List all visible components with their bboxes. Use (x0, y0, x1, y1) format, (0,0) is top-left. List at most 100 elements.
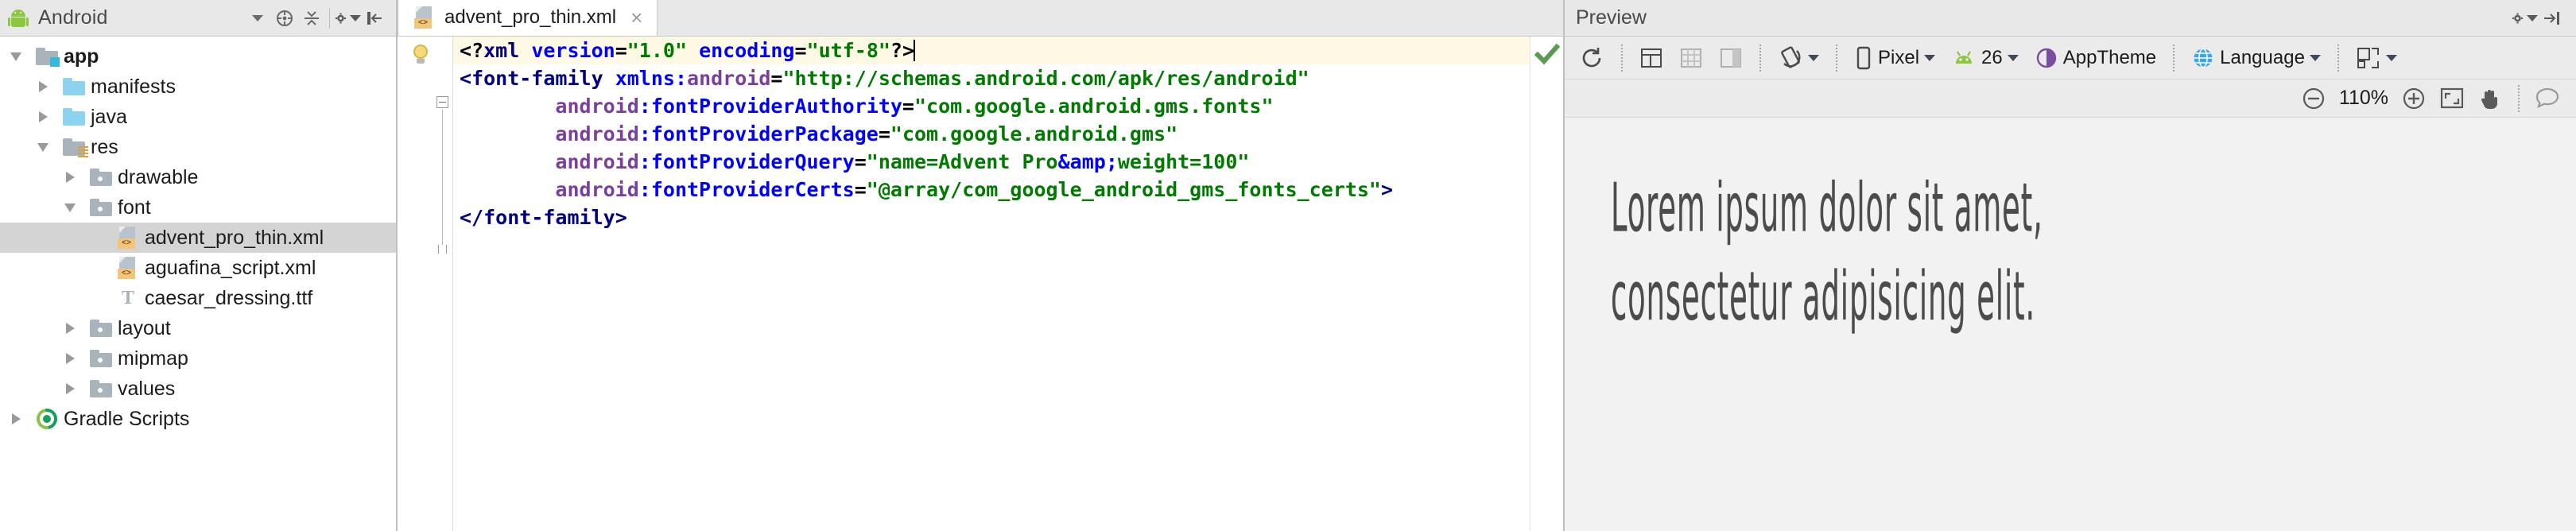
preview-canvas[interactable]: Lorem ipsum dolor sit amet,consectetur a… (1565, 118, 2576, 531)
project-view-selector[interactable]: Android (8, 6, 108, 29)
layout-variants-icon[interactable] (2349, 41, 2403, 75)
tree-toggle-expanded-icon[interactable] (0, 52, 32, 61)
refresh-icon[interactable] (1573, 41, 1611, 75)
zoom-out-icon[interactable] (2296, 81, 2331, 116)
code-token: android (555, 122, 638, 145)
chevron-down-icon[interactable] (1924, 55, 1935, 61)
code-token: "@array/com_google_android_gms_fonts_cer… (867, 178, 1381, 201)
code-line[interactable]: </font-family> (453, 203, 1530, 231)
project-view-label: Android (38, 6, 108, 29)
tree-node-icon: <> (113, 227, 143, 249)
tree-toggle-collapsed-icon[interactable] (27, 81, 59, 92)
code-token: fontProviderPackage (651, 122, 879, 145)
folder-grey-icon (90, 320, 112, 337)
code-line[interactable]: <font-family xmlns:android="http://schem… (453, 64, 1530, 92)
tree-toggle-collapsed-icon[interactable] (0, 413, 32, 424)
tree-toggle-collapsed-icon[interactable] (54, 353, 86, 364)
split-view-icon[interactable] (1713, 41, 1749, 75)
settings-gear-icon[interactable] (2511, 5, 2538, 32)
chevron-down-icon[interactable] (244, 5, 271, 32)
code-line[interactable]: android:fontProviderAuthority="com.googl… (453, 92, 1530, 120)
target-locate-icon[interactable] (271, 5, 298, 32)
fit-to-screen-icon[interactable] (2434, 81, 2469, 116)
code-token: "1.0" (627, 39, 687, 62)
tree-row[interactable]: manifests (0, 72, 396, 102)
tree-node-label: drawable (116, 166, 198, 189)
code-token: = (795, 39, 807, 62)
pan-hand-icon[interactable] (2473, 81, 2508, 116)
theme-selector[interactable]: AppTheme (2028, 41, 2163, 75)
folder-blue-icon (63, 78, 85, 95)
tree-toggle-collapsed-icon[interactable] (54, 323, 86, 334)
tree-row[interactable]: values (0, 374, 396, 404)
code-line[interactable]: <?xml version="1.0" encoding="utf-8"?> (453, 37, 1530, 64)
chevron-down-icon[interactable] (2008, 55, 2019, 61)
code-token: "com.google.android.gms.fonts" (914, 95, 1274, 118)
tree-row[interactable]: app (0, 41, 396, 72)
project-tree[interactable]: appmanifestsjava res drawable font<>advent_… (0, 37, 396, 531)
code-token: < (460, 67, 471, 90)
close-icon[interactable]: × (626, 7, 642, 28)
code-token: android (555, 178, 638, 201)
tree-node-label: res (89, 136, 118, 159)
tree-row[interactable]: res (0, 132, 396, 162)
tree-toggle-expanded-icon[interactable] (27, 143, 59, 152)
preview-panel-header: Preview (1565, 0, 2576, 37)
preview-tool-window: Preview (1565, 0, 2576, 531)
collapse-all-icon[interactable] (298, 5, 325, 32)
orientation-rotate-icon[interactable] (1771, 41, 1825, 75)
tree-row[interactable]: <>aguafina_script.xml (0, 253, 396, 283)
fold-toggle-open[interactable] (434, 94, 450, 110)
tree-toggle-expanded-icon[interactable] (54, 203, 86, 212)
editor-gutter[interactable] (398, 37, 453, 531)
issues-bubble-icon[interactable] (2530, 81, 2565, 116)
font-preview-sample: Lorem ipsum dolor sit amet,consectetur a… (1611, 164, 2547, 341)
tree-row[interactable]: java (0, 102, 396, 132)
device-selector[interactable]: Pixel (1848, 41, 1942, 75)
tree-row[interactable]: mipmap (0, 343, 396, 374)
code-line[interactable]: android:fontProviderCerts="@array/com_go… (453, 176, 1530, 203)
api-level-label: 26 (1981, 47, 2003, 69)
toolbar-divider (1759, 45, 1761, 72)
ttf-font-file-icon: T (118, 288, 138, 308)
tree-node-icon (32, 408, 62, 430)
code-folding-markers[interactable] (398, 37, 453, 531)
chevron-down-icon[interactable] (2310, 55, 2321, 61)
tree-row[interactable]: layout (0, 313, 396, 343)
code-token: > (615, 206, 627, 229)
design-surface-icon[interactable] (1633, 41, 1670, 75)
tree-row[interactable]: Gradle Scripts (0, 404, 396, 434)
inspection-stripe[interactable] (1530, 37, 1563, 531)
code-token: xmlns: (615, 67, 687, 90)
hide-panel-icon[interactable] (2538, 5, 2565, 32)
tree-toggle-collapsed-icon[interactable] (54, 383, 86, 394)
folder-grey-icon (90, 380, 112, 397)
tree-row[interactable]: Tcaesar_dressing.ttf (0, 283, 396, 313)
tree-row[interactable]: font (0, 192, 396, 223)
code-editor-content[interactable]: <?xml version="1.0" encoding="utf-8"?><f… (453, 37, 1530, 531)
tree-toggle-collapsed-icon[interactable] (27, 111, 59, 122)
blueprint-icon[interactable] (1673, 41, 1709, 75)
code-token: android (555, 150, 638, 173)
code-token: : (639, 95, 651, 118)
zoom-in-icon[interactable] (2396, 81, 2431, 116)
chevron-down-icon[interactable] (2386, 55, 2397, 61)
preview-title: Preview (1576, 6, 1647, 29)
tree-row[interactable]: drawable (0, 162, 396, 192)
code-line[interactable]: android:fontProviderQuery="name=Advent P… (453, 148, 1530, 176)
editor-tab-advent-pro-thin[interactable]: <> advent_pro_thin.xml × (398, 0, 658, 36)
theme-label: AppTheme (2063, 47, 2156, 69)
code-token: : (639, 150, 651, 173)
api-level-selector[interactable]: 26 (1945, 41, 2025, 75)
code-token: &amp; (1058, 150, 1118, 173)
settings-gear-icon[interactable] (334, 5, 361, 32)
language-selector[interactable]: Language (2185, 41, 2327, 75)
code-line[interactable]: android:fontProviderPackage="com.google.… (453, 120, 1530, 148)
tree-row[interactable]: <>advent_pro_thin.xml (0, 223, 396, 253)
chevron-down-icon[interactable] (1808, 55, 1819, 61)
tree-node-label: mipmap (116, 347, 188, 370)
tree-toggle-collapsed-icon[interactable] (54, 172, 86, 183)
globe-icon (2191, 46, 2215, 70)
hide-panel-icon[interactable] (361, 5, 388, 32)
fold-region-end (434, 245, 450, 261)
